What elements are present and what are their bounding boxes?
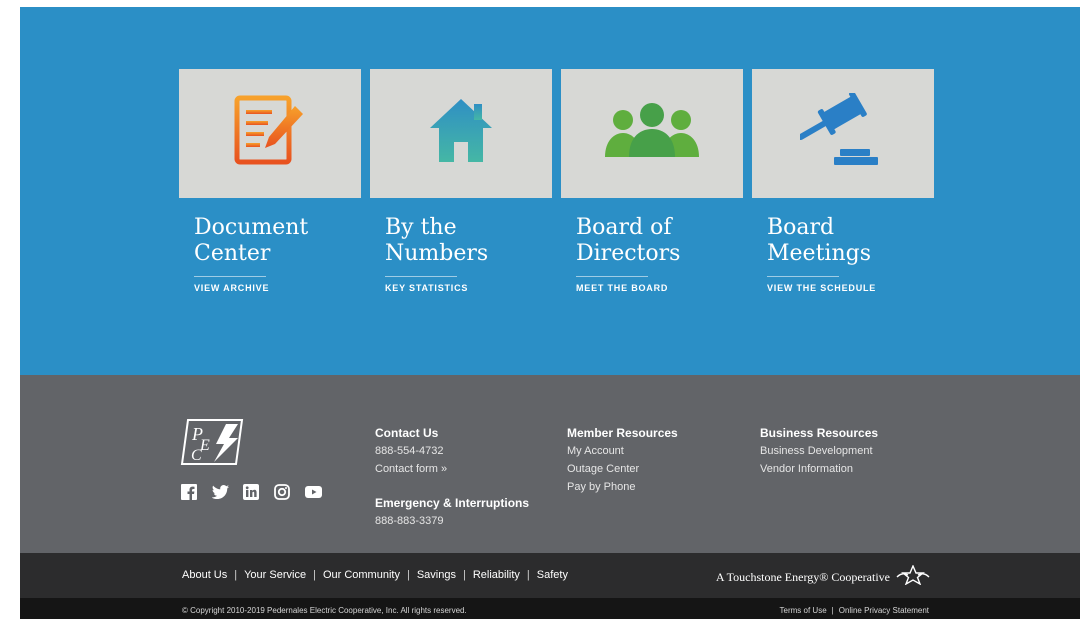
document-edit-icon — [233, 94, 307, 173]
card-title[interactable]: Board Meetings — [767, 215, 917, 267]
nav-reliability[interactable]: Reliability — [473, 569, 520, 581]
view-the-schedule-link[interactable]: VIEW THE SCHEDULE — [767, 283, 934, 293]
social-links — [180, 483, 322, 501]
contact-phone-link[interactable]: 888-554-4732 — [375, 442, 529, 460]
card-tile[interactable] — [370, 69, 552, 198]
touchstone-energy-logo[interactable]: A Touchstone Energy® Cooperative — [715, 564, 930, 589]
pec-logo[interactable]: P E C — [180, 418, 244, 471]
key-statistics-link[interactable]: KEY STATISTICS — [385, 283, 552, 293]
emergency-heading: Emergency & Interruptions — [375, 496, 530, 510]
svg-text:C: C — [191, 447, 202, 464]
bottom-nav-bar: About Us | Your Service | Our Community … — [20, 553, 1080, 598]
privacy-statement-link[interactable]: Online Privacy Statement — [839, 606, 929, 615]
copyright-text: © Copyright 2010-2019 Pedernales Electri… — [182, 606, 467, 615]
contact-form-link[interactable]: Contact form » — [375, 460, 529, 478]
touchstone-icon — [896, 564, 930, 589]
youtube-icon[interactable] — [304, 483, 322, 501]
terms-of-use-link[interactable]: Terms of Use — [780, 606, 827, 615]
legal-links: Terms of Use | Online Privacy Statement — [780, 606, 929, 615]
card-tile[interactable] — [752, 69, 934, 198]
house-icon — [426, 96, 496, 171]
nav-separator: | — [313, 569, 316, 581]
nav-separator: | — [462, 569, 466, 581]
copyright-bar: © Copyright 2010-2019 Pedernales Electri… — [20, 598, 1080, 619]
linkedin-icon[interactable] — [242, 483, 260, 501]
member-resources-column: Member Resources My Account Outage Cente… — [567, 424, 678, 496]
instagram-icon[interactable] — [273, 483, 291, 501]
nav-your-service[interactable]: Your Service — [244, 569, 306, 581]
my-account-link[interactable]: My Account — [567, 442, 678, 460]
page-frame: Document Center VIEW ARCHIVE By the Numb… — [20, 7, 1080, 619]
facebook-icon[interactable] — [180, 483, 198, 501]
people-group-icon — [604, 101, 700, 166]
contact-heading: Contact Us — [375, 426, 439, 440]
nav-safety[interactable]: Safety — [537, 569, 568, 581]
card-title[interactable]: By the Numbers — [385, 215, 535, 267]
nav-separator: | — [526, 569, 530, 581]
contact-column: Contact Us 888-554-4732 Contact form » E… — [375, 424, 529, 530]
gavel-icon — [797, 91, 886, 174]
twitter-icon[interactable] — [211, 483, 229, 501]
card-divider — [385, 276, 457, 277]
touchstone-text: A Touchstone Energy® Cooperative — [715, 569, 890, 584]
business-resources-heading: Business Resources — [760, 426, 879, 440]
business-resources-column: Business Resources Business Development … — [760, 424, 878, 478]
feature-section: Document Center VIEW ARCHIVE By the Numb… — [20, 7, 1080, 375]
card-tile[interactable] — [179, 69, 361, 198]
view-archive-link[interactable]: VIEW ARCHIVE — [194, 283, 361, 293]
card-tile[interactable] — [561, 69, 743, 198]
nav-savings[interactable]: Savings — [417, 569, 456, 581]
card-document-center[interactable]: Document Center VIEW ARCHIVE — [179, 69, 361, 293]
pay-by-phone-link[interactable]: Pay by Phone — [567, 478, 678, 496]
nav-separator: | — [234, 569, 238, 581]
vendor-information-link[interactable]: Vendor Information — [760, 460, 878, 478]
card-by-the-numbers[interactable]: By the Numbers KEY STATISTICS — [370, 69, 552, 293]
meet-the-board-link[interactable]: MEET THE BOARD — [576, 283, 743, 293]
footer: P E C Contact Us 888-554-4732 Contact fo… — [20, 375, 1080, 553]
member-resources-heading: Member Resources — [567, 426, 678, 440]
card-board-of-directors[interactable]: Board of Directors MEET THE BOARD — [561, 69, 743, 293]
card-divider — [767, 276, 839, 277]
nav-separator: | — [406, 569, 410, 581]
business-development-link[interactable]: Business Development — [760, 442, 878, 460]
legal-separator: | — [831, 606, 834, 615]
emergency-phone-link[interactable]: 888-883-3379 — [375, 512, 529, 530]
card-title[interactable]: Board of Directors — [576, 215, 726, 267]
card-board-meetings[interactable]: Board Meetings VIEW THE SCHEDULE — [752, 69, 934, 293]
card-title[interactable]: Document Center — [194, 215, 344, 267]
nav-our-community[interactable]: Our Community — [323, 569, 400, 581]
nav-about-us[interactable]: About Us — [182, 569, 227, 581]
card-divider — [194, 276, 266, 277]
card-divider — [576, 276, 648, 277]
footer-nav: About Us | Your Service | Our Community … — [182, 569, 568, 581]
outage-center-link[interactable]: Outage Center — [567, 460, 678, 478]
